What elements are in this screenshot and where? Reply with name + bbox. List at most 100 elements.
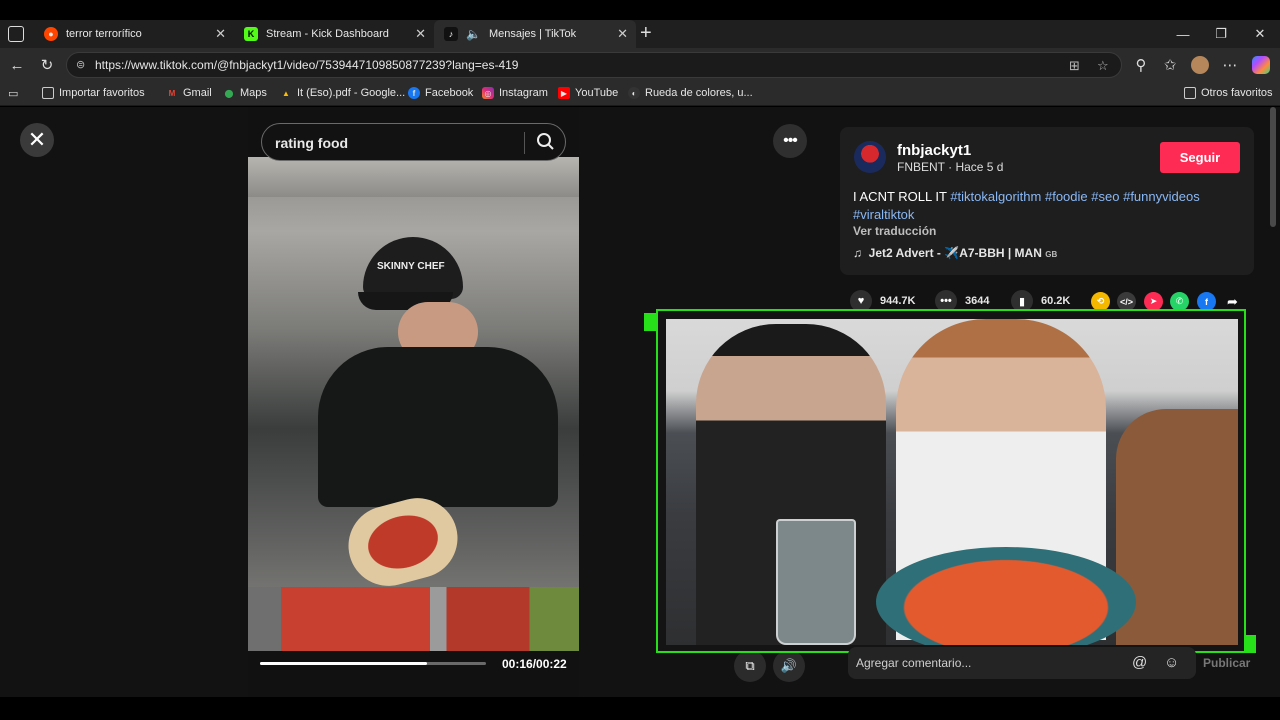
close-tab-icon[interactable]: ✕ xyxy=(415,26,426,42)
bookmark-color-wheel[interactable]: ◐ Rueda de colores, u... xyxy=(628,87,753,99)
search-divider xyxy=(524,132,525,154)
app-available-icon[interactable]: ⊞ xyxy=(1069,58,1080,74)
video-progress-bar[interactable] xyxy=(260,662,486,665)
tab-tiktok[interactable]: ♪ 🔈 Mensajes | TikTok ✕ xyxy=(434,20,636,48)
address-url[interactable]: https://www.tiktok.com/@fnbjackyt1/video… xyxy=(95,58,518,72)
import-icon xyxy=(42,87,54,99)
gmail-icon: M xyxy=(168,88,176,98)
chef-hat: SKINNY CHEF xyxy=(363,237,463,299)
bookmark-label: Importar favoritos xyxy=(59,87,145,99)
settings-more-icon[interactable]: ⋯ xyxy=(1219,54,1241,76)
close-video-button[interactable]: ✕ xyxy=(20,123,54,157)
profile-avatar[interactable] xyxy=(1189,54,1211,76)
scrollbar[interactable] xyxy=(1270,107,1276,227)
post-description: I ACNT ROLL IT #tiktokalgorithm #foodie … xyxy=(853,188,1245,224)
webcam-corner xyxy=(644,313,656,331)
bookmark-label: Otros favoritos xyxy=(1201,87,1273,99)
video-frame[interactable]: SKINNY CHEF xyxy=(248,157,579,651)
mention-icon[interactable]: @ xyxy=(1132,654,1147,671)
comment-input-bar[interactable]: Agregar comentario... @ ☺ xyxy=(848,647,1196,679)
youtube-icon: ▶ xyxy=(558,87,570,99)
chef-shirt xyxy=(318,347,558,507)
music-suffix: GB xyxy=(1045,250,1058,259)
comment-input[interactable]: Agregar comentario... xyxy=(856,656,971,670)
tab-kick[interactable]: K Stream - Kick Dashboard ✕ xyxy=(234,20,434,48)
creator-avatar[interactable] xyxy=(854,141,886,173)
more-options-button[interactable]: ••• xyxy=(773,124,807,158)
bookmark-label: Facebook xyxy=(425,87,474,99)
bookmark-facebook[interactable]: f Facebook xyxy=(408,87,473,99)
folder-icon xyxy=(1184,87,1196,99)
music-link[interactable]: ♫ Jet2 Advert - ✈️A7-BBH | MAN GB xyxy=(853,246,1057,260)
publish-button[interactable]: Publicar xyxy=(1203,656,1250,670)
kitchen-hood xyxy=(248,157,579,197)
bookmarks-menu-icon[interactable]: ▭ xyxy=(8,87,18,100)
close-tab-icon[interactable]: ✕ xyxy=(215,26,226,42)
video-player[interactable]: SKINNY CHEF rating food 00:16/00:22 xyxy=(248,107,579,697)
hashtag-link[interactable]: #seo xyxy=(1091,189,1119,204)
bookmarks-bar: ▭ Importar favoritos M Gmail ⬤ Maps ▲ It (E… xyxy=(0,82,1280,106)
close-tab-icon[interactable]: ✕ xyxy=(617,26,628,42)
bookmark-label: Instagram xyxy=(499,87,548,99)
restore-button[interactable]: ❐ xyxy=(1202,20,1240,48)
volume-button[interactable]: 🔊 xyxy=(773,650,805,682)
tab-title: Stream - Kick Dashboard xyxy=(266,28,389,40)
kick-icon: K xyxy=(244,27,258,41)
tiktok-video-page: ✕ SKINNY CHEF rating food 00:16/00:22 ••… xyxy=(0,107,1280,697)
webcam-corner xyxy=(1244,635,1256,653)
hashtag-link[interactable]: #funnyvideos xyxy=(1123,189,1200,204)
hashtag-link[interactable]: #foodie xyxy=(1045,189,1088,204)
favorite-star-icon[interactable]: ☆ xyxy=(1097,58,1109,74)
follow-button[interactable]: Seguir xyxy=(1160,142,1240,173)
like-count: 944.7K xyxy=(880,295,916,307)
speaker-icon[interactable]: 🔈 xyxy=(466,27,481,41)
bookmark-maps[interactable]: ⬤ Maps xyxy=(223,87,267,99)
screen-top-bezel xyxy=(0,0,1280,20)
hashtag-link[interactable]: #viraltiktok xyxy=(853,207,914,222)
search-input[interactable]: rating food xyxy=(275,135,348,151)
new-tab-button[interactable]: + xyxy=(640,22,652,45)
video-search-box[interactable]: rating food xyxy=(261,123,566,161)
picture-in-picture-button[interactable]: ⧉ xyxy=(734,650,766,682)
bookmark-drive-pdf[interactable]: ▲ It (Eso).pdf - Google... xyxy=(280,87,405,99)
search-icon[interactable] xyxy=(534,130,558,154)
minimize-button[interactable]: — xyxy=(1164,20,1202,48)
comment-count: 3644 xyxy=(965,295,990,307)
video-time: 00:16/00:22 xyxy=(502,657,567,671)
webcam-overlay xyxy=(644,309,1256,653)
see-translation-link[interactable]: Ver traducción xyxy=(853,224,936,238)
bookmark-import[interactable]: Importar favoritos xyxy=(42,87,145,99)
water-glass xyxy=(776,519,856,645)
tab-reddit[interactable]: ● terror terrorífico ✕ xyxy=(34,20,234,48)
save-count: 60.2K xyxy=(1041,295,1071,307)
tab-actions-icon[interactable] xyxy=(8,26,24,42)
creator-username[interactable]: fnbjackyt1 xyxy=(897,142,971,159)
close-window-button[interactable]: ✕ xyxy=(1241,20,1279,48)
left-backdrop xyxy=(4,107,248,697)
bookmark-other-favorites[interactable]: Otros favoritos xyxy=(1184,87,1273,99)
tab-strip: ● terror terrorífico ✕ K Stream - Kick D… xyxy=(0,20,1280,48)
caption-text: I ACNT ROLL IT xyxy=(853,189,947,204)
bookmark-label: Rueda de colores, u... xyxy=(645,87,753,99)
copilot-icon[interactable] xyxy=(1250,54,1272,76)
back-button[interactable]: ← xyxy=(6,54,28,76)
refresh-button[interactable]: ↻ xyxy=(36,54,58,76)
address-bar[interactable]: ⊜ https://www.tiktok.com/@fnbjackyt1/vid… xyxy=(66,52,1122,78)
site-info-icon[interactable]: ⊜ xyxy=(76,58,85,71)
emoji-icon[interactable]: ☺ xyxy=(1164,654,1179,671)
reddit-icon: ● xyxy=(44,27,58,41)
bookmark-gmail[interactable]: M Gmail xyxy=(166,87,212,99)
bookmark-label: Gmail xyxy=(183,87,212,99)
music-title: Jet2 Advert - ✈️A7-BBH | MAN xyxy=(868,246,1042,260)
bookmark-youtube[interactable]: ▶ YouTube xyxy=(558,87,618,99)
tab-title: Mensajes | TikTok xyxy=(488,28,577,40)
creator-meta: FNBENT · Hace 5 d xyxy=(897,160,1004,174)
bookmark-label: YouTube xyxy=(575,87,619,99)
tab-title: terror terrorífico xyxy=(66,28,142,40)
bookmark-instagram[interactable]: ◎ Instagram xyxy=(482,87,548,99)
extensions-icon[interactable]: ⚲ xyxy=(1130,54,1152,76)
color-wheel-icon: ◐ xyxy=(628,87,640,99)
favorites-icon[interactable]: ✩ xyxy=(1159,54,1181,76)
hashtag-link[interactable]: #tiktokalgorithm xyxy=(950,189,1041,204)
bookmark-label: It (Eso).pdf - Google... xyxy=(297,87,406,99)
